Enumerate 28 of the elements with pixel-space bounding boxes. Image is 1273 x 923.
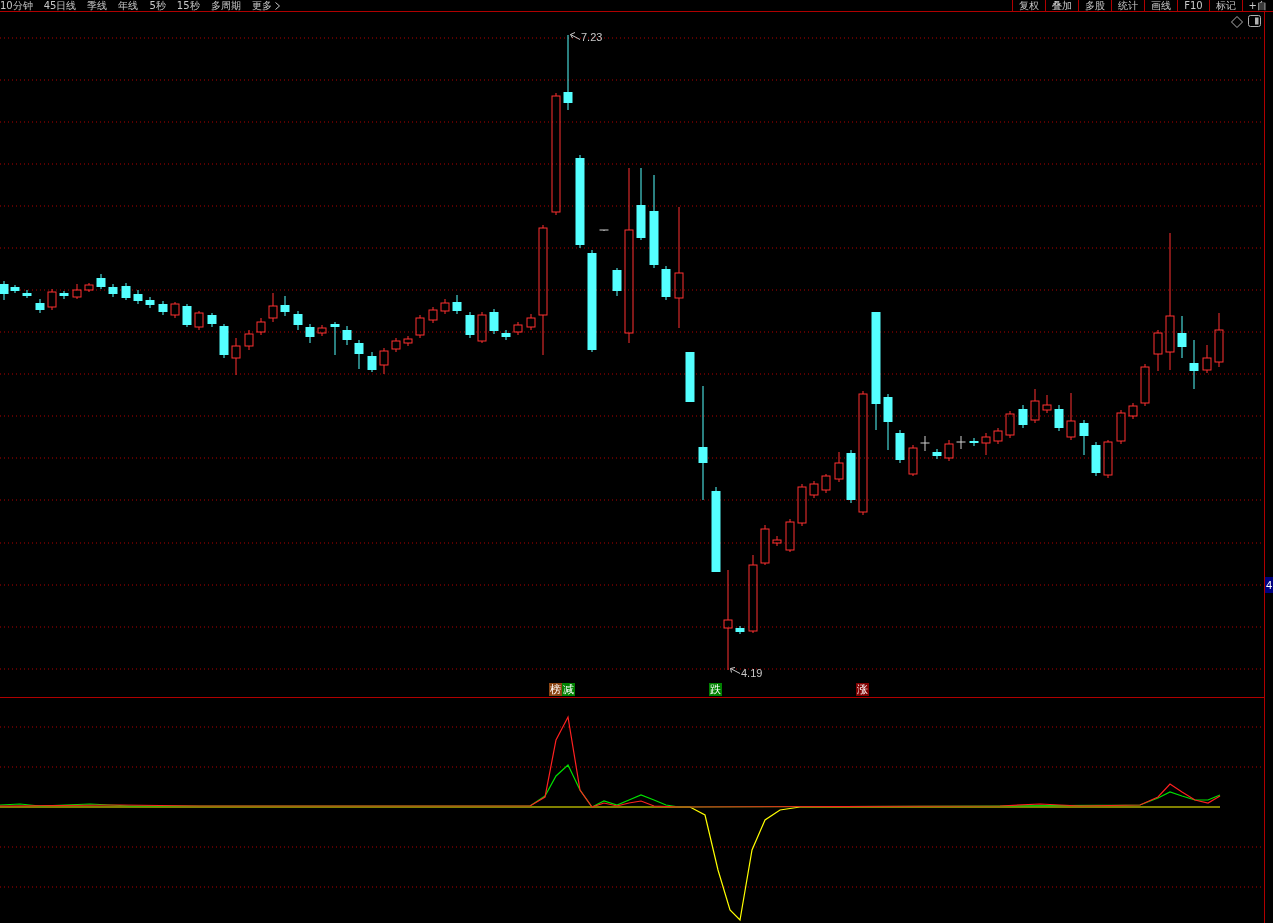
period-tab[interactable]: 季线 (87, 0, 108, 11)
low-leader-arrow (730, 667, 741, 674)
diamond-icon[interactable] (1231, 16, 1243, 28)
panel-toggle-icon[interactable] (1248, 15, 1261, 27)
axis-price-badge: 4 (1265, 577, 1273, 593)
toolbar-button[interactable]: 复权 (1012, 0, 1046, 11)
period-tab[interactable]: 45日线 (43, 0, 77, 11)
toolbar-button[interactable]: +自 (1241, 0, 1273, 11)
period-tab[interactable]: 更多 (251, 0, 280, 11)
toolbar-button[interactable]: 标记 (1208, 0, 1242, 11)
chevron-right-icon (274, 1, 280, 10)
period-tab[interactable]: 10分钟 (0, 0, 33, 11)
period-tab[interactable]: 年线 (118, 0, 139, 11)
period-tab[interactable]: 15秒 (176, 0, 200, 11)
high-price-label: 7.23 (581, 31, 603, 43)
toolbar-button[interactable]: 多股 (1078, 0, 1112, 11)
toolbar-button[interactable]: 统计 (1111, 0, 1145, 11)
toolbar-button[interactable]: 叠加 (1045, 0, 1079, 11)
signal-tag: 跌 (709, 683, 722, 696)
toolbar-button[interactable]: 画线 (1144, 0, 1178, 11)
signal-tag: 榜 (549, 683, 562, 696)
low-price-label: 4.19 (741, 667, 763, 679)
period-tab[interactable]: 多周期 (210, 0, 241, 11)
high-leader-arrow (570, 32, 581, 40)
toolbar-button[interactable]: F10 (1177, 0, 1209, 11)
signal-tag: 涨 (856, 683, 869, 696)
period-tab[interactable]: 5秒 (149, 0, 166, 11)
signal-tag: 减 (562, 683, 575, 696)
